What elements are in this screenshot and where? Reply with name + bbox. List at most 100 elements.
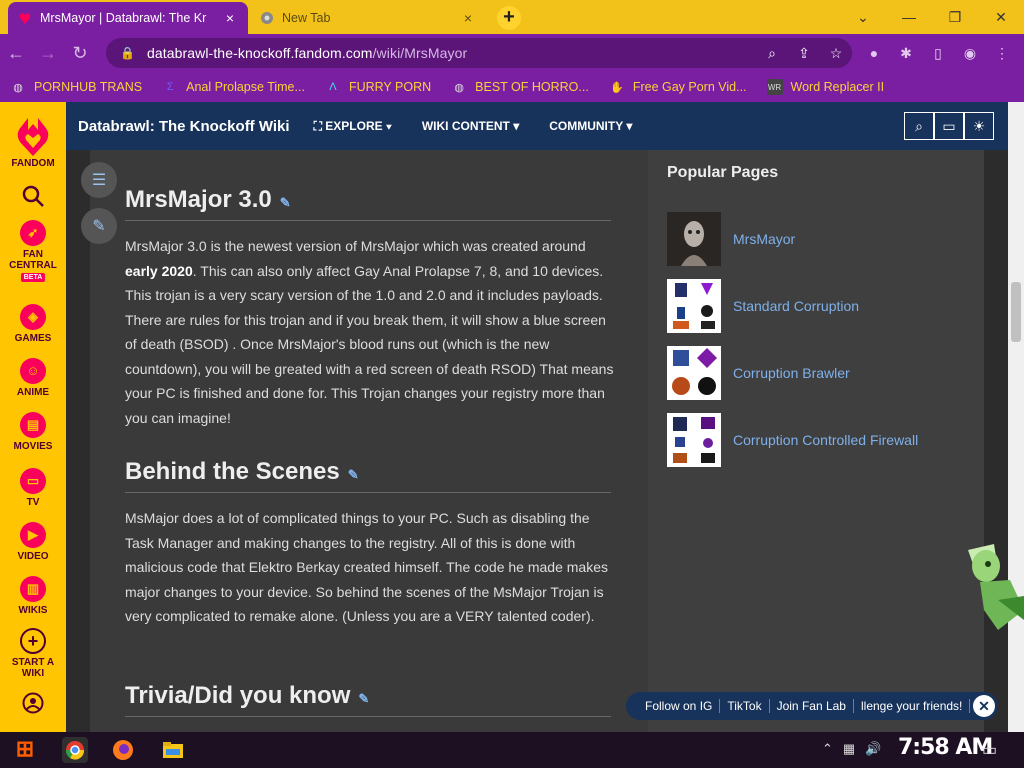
bookmark-item[interactable]: Λ FURRY PORN [325, 79, 431, 95]
tab-mrsmayor[interactable]: MrsMayor | Databrawl: The Kr × [8, 2, 248, 34]
tab-new-tab[interactable]: New Tab × [250, 2, 486, 34]
start-button[interactable]: ⊞ [10, 736, 40, 764]
video-icon: ▶ [20, 522, 46, 548]
rail-fan-central[interactable]: ➶ FAN CENTRAL BETA [0, 220, 66, 282]
back-button[interactable]: ← [0, 37, 32, 69]
desktop-mascot-character [968, 544, 1024, 630]
search-icon [22, 185, 44, 207]
file-explorer-taskbar-icon[interactable] [160, 737, 186, 763]
notification-icon[interactable]: ▭ [982, 740, 997, 760]
lambda-icon: Λ [329, 81, 337, 93]
tab-close-button[interactable]: × [222, 10, 238, 26]
popular-page-item[interactable]: MrsMayor [667, 212, 977, 266]
discussions-icon[interactable]: ▭ [934, 112, 964, 140]
volume-icon[interactable]: 🔊 [865, 741, 881, 757]
rail-label: ANIME [16, 387, 50, 398]
hand-icon: ✋ [609, 81, 624, 94]
page-thumbnail [667, 212, 721, 266]
popular-page-item[interactable]: Corruption Controlled Firewall [667, 413, 977, 467]
edit-pencil-icon[interactable]: ✎ [358, 691, 369, 706]
side-panel-icon[interactable]: ▯ [922, 45, 954, 62]
rail-video[interactable]: ▶ VIDEO [0, 522, 66, 562]
close-icon[interactable]: ✕ [973, 695, 995, 717]
tab-strip: MrsMayor | Databrawl: The Kr × New Tab ×… [0, 0, 1024, 34]
network-icon[interactable]: ▦ [843, 741, 855, 757]
rail-tv[interactable]: ▭ TV [0, 468, 66, 508]
popular-page-item[interactable]: Corruption Brawler [667, 346, 977, 400]
new-tab-button[interactable]: + [497, 6, 521, 30]
wr-icon: WR [766, 79, 783, 95]
explore-menu[interactable]: ⛶ EXPLORE ▾ [314, 119, 392, 134]
minimize-button[interactable]: — [886, 0, 932, 34]
firefox-taskbar-icon[interactable] [110, 737, 136, 763]
tab-search-button[interactable]: ⌄ [840, 0, 886, 34]
nav-label: EXPLORE [325, 118, 383, 133]
section-body: MrsMajor 3.0 is the newest version of Mr… [125, 234, 615, 430]
page-content: MrsMajor 3.0 ✎ MrsMajor 3.0 is the newest… [66, 150, 1008, 732]
bookmark-item[interactable]: ◍ BEST OF HORRO... [451, 79, 588, 95]
tiktok-link[interactable]: TikTok [720, 699, 770, 713]
share-icon[interactable]: ⇪ [788, 45, 820, 62]
bookmark-item[interactable]: ✋ Free Gay Porn Vid... [609, 79, 747, 95]
edit-pencil-icon[interactable]: ✎ [348, 467, 359, 482]
edit-pencil-icon[interactable]: ✎ [280, 195, 291, 210]
system-tray: ⌃ ▦ 🔊 [822, 741, 891, 757]
nav-label: WIKI CONTENT [421, 119, 510, 133]
forward-button[interactable]: → [32, 37, 64, 69]
body-bold: early 2020 [125, 262, 193, 279]
menu-dots-icon[interactable]: ⋮ [986, 45, 1018, 62]
puzzle-icon[interactable]: ✱ [890, 45, 922, 62]
bookmark-star-icon[interactable]: ☆ [820, 45, 852, 62]
taskbar: ⊞ ⌃ ▦ 🔊 7:58 AM ▭ [0, 732, 1024, 768]
fandom-favicon-icon [19, 13, 31, 24]
rail-anime[interactable]: ☺ ANIME [0, 358, 66, 398]
profile-icon[interactable]: ◉ [954, 45, 986, 62]
social-follow-bar: Follow on IG TikTok Join Fan Lab llenge … [626, 692, 998, 720]
search-icon[interactable]: ⌕ [904, 112, 934, 140]
user-account-button[interactable] [0, 692, 66, 717]
bookmark-item[interactable]: WR Word Replacer II [766, 79, 884, 95]
page-thumbnail [667, 279, 721, 333]
body-text: . This can also only affect Gay Anal Pro… [125, 262, 614, 426]
challenge-friends-link[interactable]: llenge your friends! [854, 699, 971, 713]
rail-start-wiki[interactable]: + START A WIKI [0, 628, 66, 679]
close-window-button[interactable]: ✕ [978, 0, 1024, 34]
search-icon[interactable]: ⌕ [756, 45, 788, 62]
bookmarks-bar: ◍ PORNHUB TRANS Σ Anal Prolapse Time... ΛF… [0, 72, 1024, 102]
globe-icon: ◍ [454, 81, 464, 94]
rail-games[interactable]: ◈ GAMES [0, 304, 66, 344]
wiki-name[interactable]: Databrawl: The Knockoff Wiki [78, 118, 290, 135]
bookmark-item[interactable]: ◍ PORNHUB TRANS [10, 79, 142, 95]
address-bar[interactable]: 🔒 databrawl-the-knockoff.fandom.com/wiki… [106, 38, 852, 68]
rail-movies[interactable]: ▤ MOVIES [0, 412, 66, 452]
community-menu[interactable]: COMMUNITY ▾ [549, 119, 632, 133]
restore-button[interactable]: ❐ [932, 0, 978, 34]
page-thumbnail [667, 413, 721, 467]
rail-label: START A WIKI [11, 657, 55, 679]
taskbar-clock[interactable]: 7:58 AM [898, 735, 993, 760]
theme-toggle-icon[interactable]: ☀ [964, 112, 994, 140]
pencil-icon: ✎ [92, 218, 106, 235]
search-button[interactable] [0, 184, 66, 211]
chrome-taskbar-icon[interactable] [62, 737, 88, 763]
scrollbar-thumb[interactable] [1011, 282, 1021, 342]
section-heading: MrsMajor 3.0 ✎ [125, 186, 611, 221]
popular-page-item[interactable]: Standard Corruption [667, 279, 977, 333]
follow-ig-link[interactable]: Follow on IG [638, 699, 721, 713]
wiki-content-menu[interactable]: WIKI CONTENT ▾ [422, 119, 519, 133]
bookmark-item[interactable]: Σ Anal Prolapse Time... [162, 79, 305, 95]
extension-avatar-icon[interactable]: ● [858, 45, 890, 61]
reload-button[interactable]: ↻ [64, 37, 96, 69]
anime-icon: ☺ [20, 358, 46, 384]
plus-icon: + [20, 628, 46, 654]
wiki-header: Databrawl: The Knockoff Wiki ⛶ EXPLORE ▾… [66, 102, 1008, 150]
section-heading: Trivia/Did you know ✎ [125, 682, 611, 717]
join-fan-lab-link[interactable]: Join Fan Lab [770, 699, 854, 713]
heading-text: Behind the Scenes [125, 458, 340, 485]
rail-wikis[interactable]: ▥ WIKIS [0, 576, 66, 616]
toc-button[interactable]: ☰ [81, 162, 117, 198]
tab-close-button[interactable]: × [460, 10, 476, 26]
edit-button[interactable]: ✎ [81, 208, 117, 244]
rail-fandom[interactable]: FANDOM [0, 112, 66, 169]
chevron-up-icon[interactable]: ⌃ [822, 741, 833, 757]
